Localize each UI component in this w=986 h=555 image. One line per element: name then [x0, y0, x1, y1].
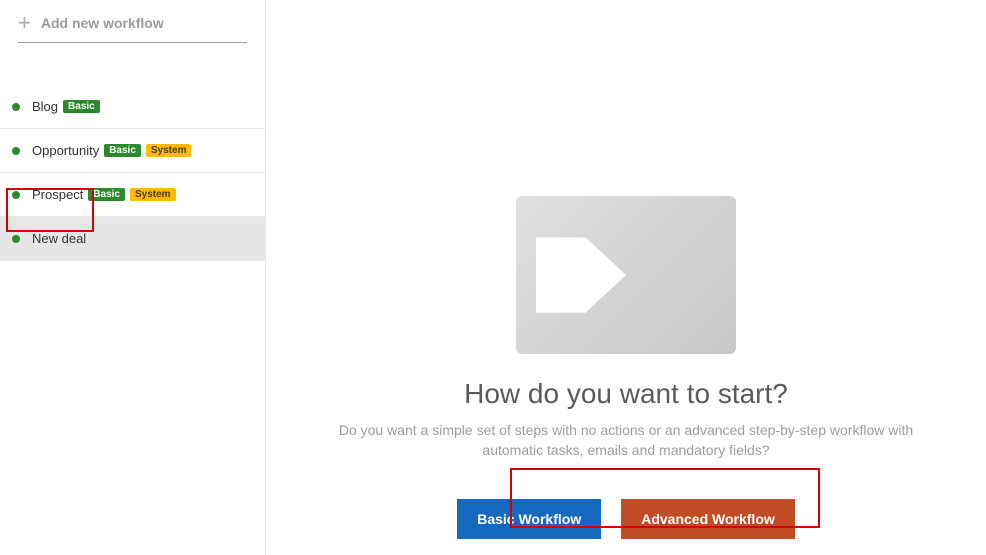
sidebar-item-opportunity[interactable]: Opportunity Basic System [0, 129, 265, 173]
arrow-icon [536, 228, 626, 322]
system-badge: System [146, 144, 192, 157]
workflow-type-buttons: Basic Workflow Advanced Workflow [457, 499, 795, 539]
status-dot-icon [12, 191, 20, 199]
page-heading: How do you want to start? [464, 378, 788, 410]
sidebar-item-new-deal[interactable]: New deal [0, 217, 265, 261]
status-dot-icon [12, 235, 20, 243]
workflow-name: Blog [32, 99, 58, 114]
add-workflow-button[interactable]: + Add new workflow [18, 4, 247, 43]
basic-badge: Basic [88, 188, 125, 201]
system-badge: System [130, 188, 176, 201]
add-workflow-label: Add new workflow [41, 15, 164, 31]
status-dot-icon [12, 103, 20, 111]
workflow-name: Prospect [32, 187, 83, 202]
sidebar: + Add new workflow Blog Basic Opportunit… [0, 0, 266, 555]
basic-workflow-button[interactable]: Basic Workflow [457, 499, 601, 539]
sidebar-item-prospect[interactable]: Prospect Basic System [0, 173, 265, 217]
workflow-name: Opportunity [32, 143, 99, 158]
start-prompt: How do you want to start? Do you want a … [266, 196, 986, 539]
workflow-list: Blog Basic Opportunity Basic System Pros… [0, 85, 265, 261]
workflow-name: New deal [32, 231, 86, 246]
basic-badge: Basic [104, 144, 141, 157]
advanced-workflow-button[interactable]: Advanced Workflow [621, 499, 795, 539]
workflow-card-illustration [516, 196, 736, 354]
basic-badge: Basic [63, 100, 100, 113]
status-dot-icon [12, 147, 20, 155]
plus-icon: + [18, 12, 31, 34]
main-panel: How do you want to start? Do you want a … [266, 0, 986, 555]
page-subheading: Do you want a simple set of steps with n… [326, 420, 926, 461]
sidebar-item-blog[interactable]: Blog Basic [0, 85, 265, 129]
